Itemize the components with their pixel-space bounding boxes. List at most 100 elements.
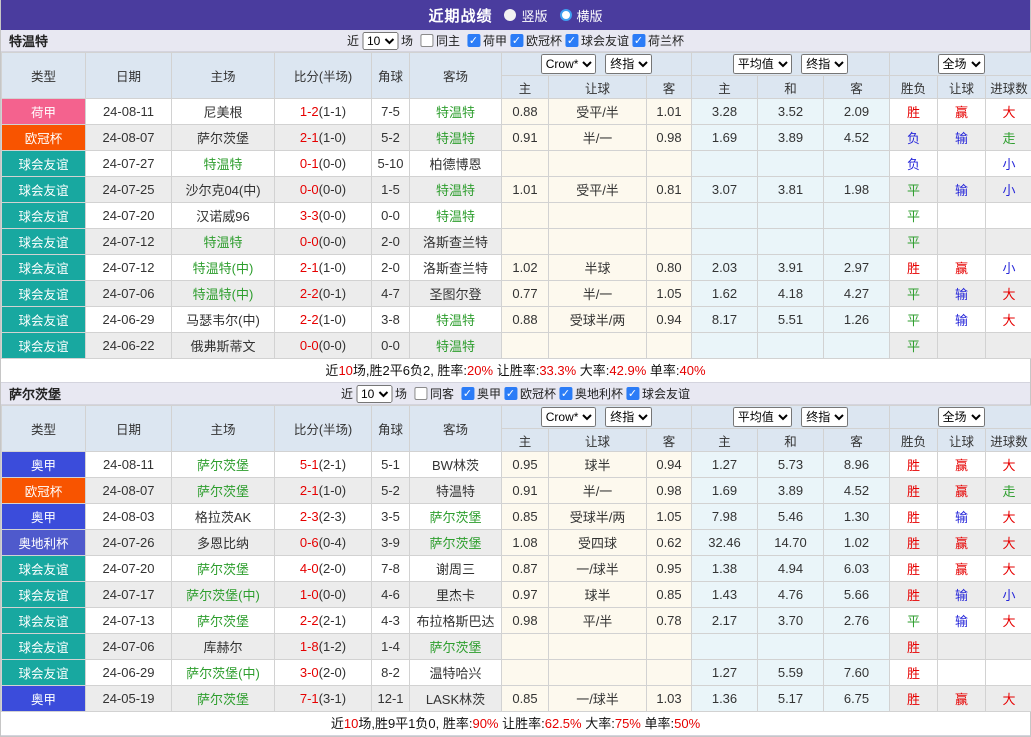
odds-company-select[interactable]: Crow*: [541, 54, 596, 74]
corner-cell: 3-9: [372, 530, 410, 556]
result-cell: 平: [890, 177, 938, 203]
away-team-cell: BW林茨: [410, 452, 502, 478]
handicap-cell: [549, 634, 647, 660]
league-filter-checkbox[interactable]: ✓: [626, 387, 639, 400]
handicap-cell: [549, 203, 647, 229]
vertical-layout-option[interactable]: 竖版: [504, 6, 547, 25]
subcol-result: 胜负: [890, 429, 938, 452]
home-team-cell: 萨尔茨堡: [172, 125, 275, 151]
odds-home-cell: 1.02: [502, 255, 549, 281]
goals-result-cell: 大: [986, 686, 1031, 712]
avg-type-select[interactable]: 平均值: [733, 407, 792, 427]
avg-away-cell: 8.96: [824, 452, 890, 478]
avg-draw-cell: 3.89: [758, 125, 824, 151]
date-cell: 24-07-06: [86, 634, 172, 660]
odds-home-cell: 0.87: [502, 556, 549, 582]
handicap-result-cell: 输: [938, 177, 986, 203]
avg-draw-cell: 3.81: [758, 177, 824, 203]
corner-cell: 7-8: [372, 556, 410, 582]
odds-stage-select[interactable]: 终指: [605, 407, 652, 427]
score-cell: 2-2(0-1): [275, 281, 372, 307]
handicap-result-cell: 赢: [938, 452, 986, 478]
date-cell: 24-08-07: [86, 125, 172, 151]
odds-home-cell: [502, 333, 549, 359]
goals-result-cell: [986, 333, 1031, 359]
home-team-cell: 萨尔茨堡: [172, 608, 275, 634]
date-cell: 24-07-27: [86, 151, 172, 177]
league-filter-checkbox[interactable]: ✓: [559, 387, 572, 400]
matches-count-select[interactable]: 10: [356, 385, 392, 403]
odds-away-cell: 0.94: [647, 307, 692, 333]
avg-home-cell: 8.17: [692, 307, 758, 333]
league-filter-checkbox[interactable]: ✓: [461, 387, 474, 400]
home-team-cell: 特温特: [172, 229, 275, 255]
avg-away-cell: 4.52: [824, 125, 890, 151]
league-filter-checkbox[interactable]: ✓: [467, 34, 480, 47]
col-away: 客场: [410, 53, 502, 99]
scope-select[interactable]: 全场: [938, 407, 985, 427]
date-cell: 24-06-29: [86, 660, 172, 686]
avg-away-cell: 1.26: [824, 307, 890, 333]
avg-type-select[interactable]: 平均值: [733, 54, 792, 74]
goals-result-cell: [986, 203, 1031, 229]
match-row: 球会友谊24-07-06特温特(中)2-2(0-1)4-7圣图尔登0.77半/一…: [2, 281, 1031, 307]
match-row: 球会友谊24-07-20萨尔茨堡4-0(2-0)7-8谢周三0.87一/球半0.…: [2, 556, 1031, 582]
avg-draw-cell: [758, 151, 824, 177]
corner-cell: 1-5: [372, 177, 410, 203]
date-cell: 24-07-12: [86, 255, 172, 281]
home-team-cell: 多恩比纳: [172, 530, 275, 556]
avg-draw-cell: [758, 634, 824, 660]
matches-count-select[interactable]: 10: [362, 32, 398, 50]
league-filter-checkbox[interactable]: ✓: [510, 34, 523, 47]
same-home-checkbox[interactable]: [420, 34, 433, 47]
handicap-result-cell: [938, 333, 986, 359]
avg-away-cell: [824, 151, 890, 177]
league-filter-checkbox[interactable]: ✓: [565, 34, 578, 47]
subcol-odds-away: 客: [647, 76, 692, 99]
handicap-cell: 受球半/两: [549, 307, 647, 333]
league-filter-label: 奥甲: [477, 385, 501, 402]
score-cell: 0-6(0-4): [275, 530, 372, 556]
avg-home-cell: 3.28: [692, 99, 758, 125]
away-team-cell: 里杰卡: [410, 582, 502, 608]
home-team-cell: 库赫尔: [172, 634, 275, 660]
scope-select[interactable]: 全场: [938, 54, 985, 74]
near-label: 近: [347, 32, 359, 49]
odds-company-select[interactable]: Crow*: [541, 407, 596, 427]
away-team-cell: 萨尔茨堡: [410, 504, 502, 530]
avg-away-cell: 2.09: [824, 99, 890, 125]
avg-away-cell: 1.30: [824, 504, 890, 530]
away-team-cell: 温特哈兴: [410, 660, 502, 686]
league-filter-label: 球会友谊: [642, 385, 690, 402]
date-cell: 24-08-07: [86, 478, 172, 504]
horizontal-layout-radio[interactable]: [560, 9, 572, 21]
home-team-cell: 汉诺威96: [172, 203, 275, 229]
league-filter-checkbox[interactable]: ✓: [632, 34, 645, 47]
odds-group-header: Crow* 终指: [502, 406, 692, 429]
handicap-cell: 一/球半: [549, 686, 647, 712]
goals-result-cell: 大: [986, 530, 1031, 556]
avg-group-header: 平均值 终指: [692, 53, 890, 76]
date-cell: 24-08-11: [86, 452, 172, 478]
handicap-result-cell: [938, 151, 986, 177]
avg-stage-select[interactable]: 终指: [801, 407, 848, 427]
match-row: 欧冠杯24-08-07萨尔茨堡2-1(1-0)5-2特温特0.91半/一0.98…: [2, 478, 1031, 504]
horizontal-layout-option[interactable]: 横版: [560, 6, 603, 25]
date-cell: 24-08-03: [86, 504, 172, 530]
col-corner: 角球: [372, 406, 410, 452]
odds-stage-select[interactable]: 终指: [605, 54, 652, 74]
score-cell: 0-0(0-0): [275, 229, 372, 255]
goals-result-cell: 大: [986, 504, 1031, 530]
same-away-checkbox[interactable]: [414, 387, 427, 400]
subcol-goals: 进球数: [986, 76, 1031, 99]
avg-draw-cell: 4.94: [758, 556, 824, 582]
vertical-layout-radio[interactable]: [504, 9, 516, 21]
league-cell: 奥甲: [2, 686, 86, 712]
date-cell: 24-06-29: [86, 307, 172, 333]
league-filter-checkbox[interactable]: ✓: [504, 387, 517, 400]
results-table-twente: 类型 日期 主场 比分(半场) 角球 客场 Crow* 终指 平均值 终指 全场: [1, 52, 1031, 359]
odds-home-cell: 0.91: [502, 478, 549, 504]
avg-stage-select[interactable]: 终指: [801, 54, 848, 74]
match-row: 球会友谊24-07-13萨尔茨堡2-2(2-1)4-3布拉格斯巴达0.98平/半…: [2, 608, 1031, 634]
league-cell: 球会友谊: [2, 281, 86, 307]
